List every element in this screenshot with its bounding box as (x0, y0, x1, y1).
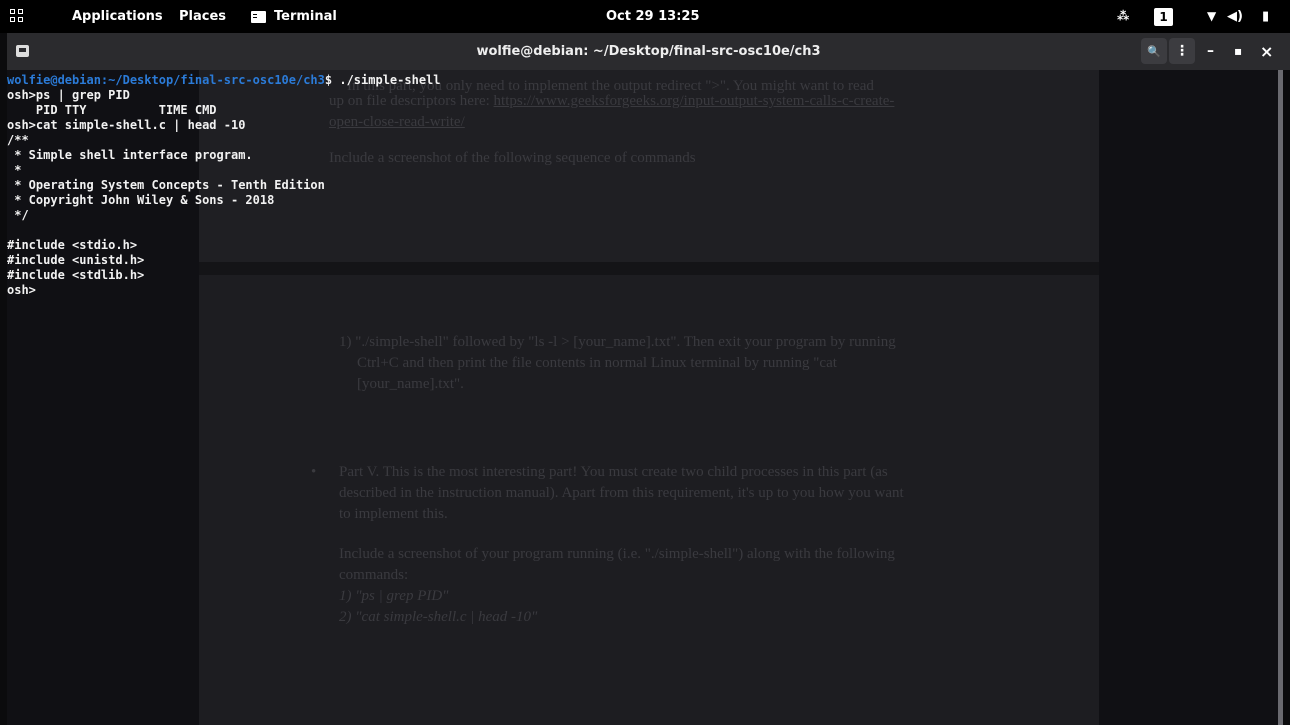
doc-text: commands: (339, 567, 409, 583)
terminal-line: #include <unistd.h> (7, 253, 145, 267)
prompt-path: :~/Desktop/final-src-osc10e/ch3 (100, 73, 325, 87)
battery-icon[interactable]: ▮ (1262, 0, 1269, 33)
applications-menu[interactable]: Applications (72, 0, 163, 33)
search-button[interactable]: 🔍 (1141, 38, 1167, 64)
maximize-button[interactable]: ▪ (1234, 33, 1242, 70)
doc-text: Include a screenshot of your program run… (339, 546, 895, 562)
network-icon[interactable]: ⁂ (1117, 0, 1129, 33)
wifi-icon[interactable]: ▼ (1207, 0, 1216, 33)
doc-text: 2) "cat simple-shell.c | head -10" (339, 609, 538, 625)
close-button[interactable]: × (1260, 33, 1273, 70)
terminal-line: PID TTY TIME CMD (7, 103, 217, 117)
window-title: wolfie@debian: ~/Desktop/final-src-osc10… (476, 44, 821, 59)
scrollbar[interactable] (1278, 70, 1283, 725)
top-panel: Applications Places Terminal Oct 29 13:2… (0, 0, 1290, 33)
terminal-line: #include <stdio.h> (7, 238, 138, 252)
prompt-command: ./simple-shell (332, 73, 441, 87)
search-icon: 🔍 (1147, 45, 1161, 58)
terminal-line: osh>cat simple-shell.c | head -10 (7, 118, 246, 132)
terminal-titlebar: wolfie@debian: ~/Desktop/final-src-osc10… (7, 33, 1290, 70)
terminal-line: * (7, 163, 22, 177)
terminal-line: * Simple shell interface program. (7, 148, 253, 162)
apps-grid-icon[interactable] (10, 9, 24, 23)
doc-text: to implement this. (339, 506, 448, 522)
doc-text: described in the instruction manual). Ap… (339, 485, 904, 501)
doc-text: 1) "./simple-shell" followed by "ls -l >… (339, 334, 896, 350)
terminal-output-area[interactable]: In this part, you only need to implement… (7, 70, 1283, 725)
terminal-line: osh>ps | grep PID (7, 88, 130, 102)
terminal-text: wolfie@debian:~/Desktop/final-src-osc10e… (7, 73, 441, 298)
doc-text: 1) "ps | grep PID" (339, 588, 449, 604)
terminal-line: #include <stdlib.h> (7, 268, 145, 282)
prompt-user-host: wolfie@debian (7, 73, 101, 87)
doc-bullet: • (311, 464, 317, 480)
volume-icon[interactable]: ◀) (1227, 0, 1243, 33)
terminal-line: /** (7, 133, 29, 147)
terminal-line: */ (7, 208, 29, 222)
doc-text: [your_name].txt". (357, 376, 464, 392)
minimize-button[interactable]: – (1207, 33, 1214, 70)
terminal-line: * Copyright John Wiley & Sons - 2018 (7, 193, 275, 207)
terminal-app-menu[interactable]: Terminal (274, 0, 337, 33)
terminal-line: osh> (7, 283, 36, 297)
doc-text: Part V. This is the most interesting par… (339, 464, 888, 480)
terminal-icon (251, 11, 266, 23)
menu-button[interactable]: ⋮ (1169, 38, 1195, 64)
terminal-line: * Operating System Concepts - Tenth Edit… (7, 178, 325, 192)
workspace-indicator[interactable]: 1 (1154, 8, 1173, 26)
places-menu[interactable]: Places (179, 0, 226, 33)
menu-icon: ⋮ (1175, 43, 1189, 59)
doc-text: Ctrl+C and then print the file contents … (357, 355, 837, 371)
clock[interactable]: Oct 29 13:25 (606, 0, 700, 33)
